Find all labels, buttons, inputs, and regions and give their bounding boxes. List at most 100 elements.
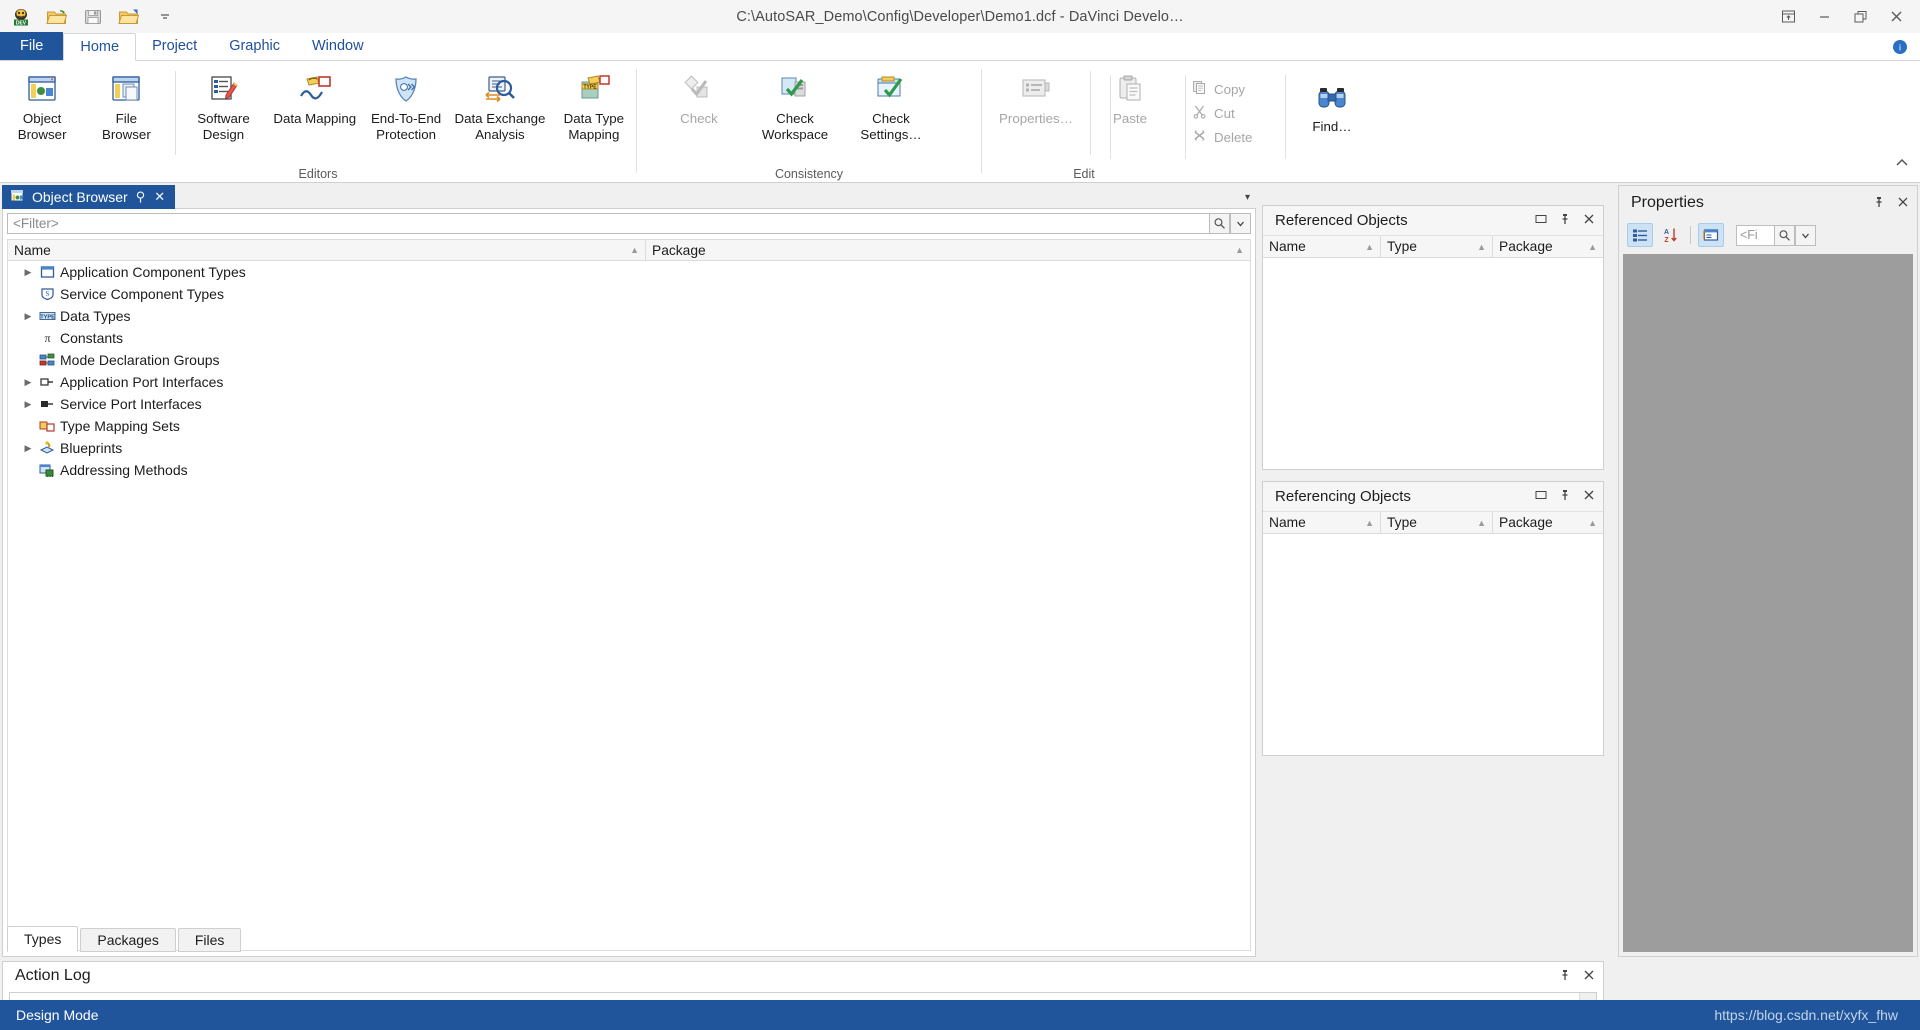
restore-button[interactable] xyxy=(1842,1,1878,32)
object-browser-icon xyxy=(25,71,59,109)
tree-item-application-port-interfaces[interactable]: ▶ Application Port Interfaces xyxy=(8,371,1250,393)
pin-icon[interactable]: ⚲ xyxy=(135,189,147,205)
close-icon[interactable]: ✕ xyxy=(153,189,166,205)
data-exchange-icon xyxy=(480,71,520,109)
open-icon[interactable] xyxy=(44,5,70,29)
expand-arrow-icon[interactable]: ▶ xyxy=(20,267,36,278)
tab-home[interactable]: Home xyxy=(63,33,137,61)
svg-text:S: S xyxy=(45,290,49,298)
close-icon[interactable] xyxy=(1583,489,1595,504)
close-icon[interactable] xyxy=(1583,213,1595,228)
software-design-button[interactable]: Software Design xyxy=(181,67,265,155)
properties-filter-input[interactable] xyxy=(1736,224,1774,246)
file-browser-button[interactable]: File Browser xyxy=(84,67,168,155)
object-tree[interactable]: ▶ Application Component Types S Service … xyxy=(7,261,1251,951)
tree-item-addressing-methods[interactable]: Addressing Methods xyxy=(8,459,1250,481)
expand-arrow-icon[interactable]: ▶ xyxy=(20,399,36,410)
data-mapping-button[interactable]: Data Mapping xyxy=(266,67,364,155)
properties-button[interactable]: Properties… xyxy=(988,67,1084,155)
check-settings-button[interactable]: Check Settings… xyxy=(843,67,939,155)
tree-item-blueprints[interactable]: ▶ Blueprints xyxy=(8,437,1250,459)
svg-text:TYPE: TYPE xyxy=(583,84,597,90)
search-icon[interactable] xyxy=(1774,224,1795,246)
object-browser-tab[interactable]: Object Browser ⚲ ✕ xyxy=(2,185,176,209)
referenced-objects-list[interactable] xyxy=(1263,258,1603,469)
tree-item-application-component-types[interactable]: ▶ Application Component Types xyxy=(8,261,1250,283)
referencing-objects-list[interactable] xyxy=(1263,534,1603,755)
save-icon[interactable] xyxy=(80,5,106,29)
file-browser-icon xyxy=(109,71,143,109)
tab-graphic[interactable]: Graphic xyxy=(213,32,296,60)
tab-strip-empty xyxy=(175,186,1256,209)
properties-filter-dropdown-icon[interactable] xyxy=(1795,224,1816,246)
check-button[interactable]: Check xyxy=(651,67,747,155)
pin-icon[interactable] xyxy=(1559,213,1571,228)
maximize-icon[interactable] xyxy=(1535,213,1547,228)
pin-icon[interactable] xyxy=(1559,969,1571,984)
tab-packages[interactable]: Packages xyxy=(80,928,176,952)
filter-dropdown-icon[interactable] xyxy=(1230,213,1251,234)
search-icon[interactable] xyxy=(1209,213,1230,234)
expand-arrow-icon[interactable]: ▶ xyxy=(20,443,36,454)
tree-item-service-component-types[interactable]: S Service Component Types xyxy=(8,283,1250,305)
referenced-objects-panel: Referenced Objects Name ▲ Type ▲ Package… xyxy=(1262,205,1604,470)
ribbon: Object Browser File Browser Software Des… xyxy=(0,61,1920,183)
tab-window[interactable]: Window xyxy=(296,32,380,60)
find-button[interactable]: Find… xyxy=(1296,75,1368,163)
tree-item-type-mapping-sets[interactable]: Type Mapping Sets xyxy=(8,415,1250,437)
customize-qat-icon[interactable] xyxy=(152,5,178,29)
tree-item-mode-declaration-groups[interactable]: Mode Declaration Groups xyxy=(8,349,1250,371)
data-exchange-analysis-button[interactable]: Data Exchange Analysis xyxy=(448,67,552,155)
tab-files[interactable]: Files xyxy=(177,928,242,952)
close-icon[interactable] xyxy=(1583,969,1595,984)
ribbon-group-label-editors: Editors xyxy=(298,167,338,181)
svg-text:Z: Z xyxy=(1664,237,1669,243)
check-workspace-button[interactable]: Check Workspace xyxy=(747,67,843,155)
column-header-package[interactable]: Package ▲ xyxy=(1493,512,1603,533)
sort-ascending-icon: ▲ xyxy=(630,245,639,255)
cut-button[interactable]: Cut xyxy=(1186,101,1278,125)
maximize-icon[interactable] xyxy=(1535,489,1547,504)
tab-project[interactable]: Project xyxy=(136,32,213,60)
property-pages-button[interactable] xyxy=(1698,223,1724,247)
delete-button[interactable]: Delete xyxy=(1186,125,1278,149)
column-label: Package xyxy=(1499,239,1553,254)
paste-button[interactable]: Paste xyxy=(1097,67,1163,155)
column-header-package[interactable]: Package ▲ xyxy=(646,240,1250,260)
tree-item-constants[interactable]: π Constants xyxy=(8,327,1250,349)
tree-item-service-port-interfaces[interactable]: ▶ Service Port Interfaces xyxy=(8,393,1250,415)
column-header-type[interactable]: Type ▲ xyxy=(1381,236,1493,257)
pin-icon[interactable] xyxy=(1559,489,1571,504)
column-header-name[interactable]: Name ▲ xyxy=(1263,236,1381,257)
object-browser-body: Name ▲ Package ▲ ▶ Application Compo xyxy=(2,209,1256,957)
close-icon[interactable] xyxy=(1897,196,1909,211)
open-workspace-icon[interactable] xyxy=(116,5,142,29)
end-to-end-protection-button[interactable]: End-To-End Protection xyxy=(364,67,448,155)
column-header-name[interactable]: Name ▲ xyxy=(1263,512,1381,533)
tree-item-data-types[interactable]: ▶ TYPE Data Types xyxy=(8,305,1250,327)
expand-arrow-icon[interactable]: ▶ xyxy=(20,311,36,322)
help-icon[interactable]: i xyxy=(1892,39,1908,58)
categorized-view-button[interactable] xyxy=(1627,223,1653,247)
minimize-button[interactable] xyxy=(1806,1,1842,32)
pin-icon[interactable] xyxy=(1873,196,1885,211)
expand-arrow-icon[interactable]: ▶ xyxy=(20,377,36,388)
collapse-ribbon-button[interactable] xyxy=(1894,157,1910,172)
tab-file[interactable]: File xyxy=(0,32,64,60)
object-browser-button[interactable]: Object Browser xyxy=(0,67,84,155)
tab-types[interactable]: Types xyxy=(7,926,79,952)
properties-grid[interactable] xyxy=(1623,254,1913,952)
filter-input[interactable] xyxy=(7,213,1209,234)
addressing-method-icon xyxy=(36,463,58,477)
column-header-name[interactable]: Name ▲ xyxy=(8,240,646,260)
column-header-package[interactable]: Package ▲ xyxy=(1493,236,1603,257)
column-header-type[interactable]: Type ▲ xyxy=(1381,512,1493,533)
ribbon-display-options-button[interactable] xyxy=(1770,1,1806,32)
copy-button[interactable]: Copy xyxy=(1186,77,1278,101)
shield-icon xyxy=(389,71,423,109)
close-button[interactable] xyxy=(1878,1,1914,32)
ribbon-group-editors: Object Browser File Browser Software Des… xyxy=(0,61,636,183)
chevron-down-icon[interactable]: ▾ xyxy=(1245,192,1250,203)
data-type-mapping-button[interactable]: TYPE Data Type Mapping xyxy=(552,67,636,155)
alphabetical-sort-button[interactable]: A Z xyxy=(1657,223,1683,247)
